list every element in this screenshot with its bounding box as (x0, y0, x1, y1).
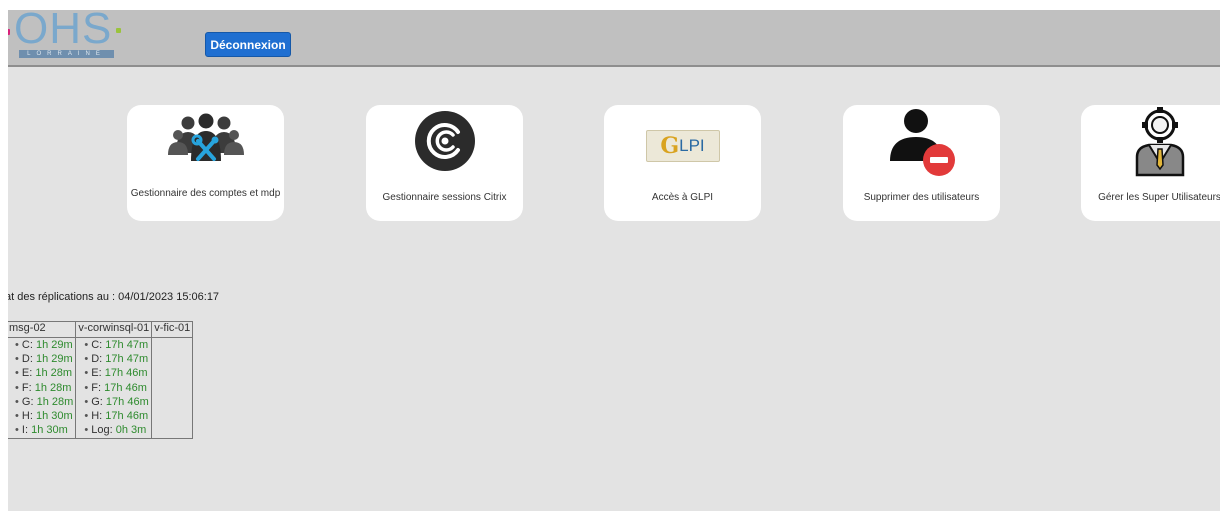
page: OHS LORRAINE Déconnexion Gestionnaire de… (8, 10, 1220, 511)
tile-super-users[interactable]: Gérer les Super Utilisateurs (1081, 105, 1220, 221)
list-item: • G: 1h 28m (15, 395, 74, 408)
table-header: v-corwinsql-01 (75, 321, 153, 338)
list-item: • G: 17h 46m (84, 395, 149, 408)
replication-column: • C: 17h 47m • D: 17h 47m • E: 17h 46m •… (75, 336, 153, 440)
user-remove-icon (843, 109, 1000, 176)
list-item: • F: 17h 46m (84, 381, 147, 394)
list-item: • H: 1h 30m (15, 409, 73, 422)
super-user-icon (1081, 107, 1220, 177)
list-item: • E: 1h 28m (15, 367, 73, 380)
replication-column-empty (151, 336, 194, 440)
table-header: v-fic-01 (151, 321, 194, 338)
tile-remove-users[interactable]: Supprimer des utilisateurs (843, 105, 1000, 221)
list-item: • F: 1h 28m (15, 381, 72, 394)
replication-table: msg-02 v-corwinsql-01 v-fic-01 • C: 1h 2… (8, 321, 194, 440)
list-item: • H: 17h 46m (84, 409, 149, 422)
tile-citrix-sessions[interactable]: Gestionnaire sessions Citrix (366, 105, 523, 221)
tile-label: Gérer les Super Utilisateurs (1098, 192, 1220, 203)
logo-text: OHS (14, 10, 113, 53)
glpi-logo-text: LPI (679, 136, 705, 155)
tile-account-manager[interactable]: Gestionnaire des comptes et mdp (127, 105, 284, 221)
logo-dot-magenta (8, 29, 10, 35)
tile-label: Gestionnaire sessions Citrix (382, 192, 507, 203)
header: OHS LORRAINE Déconnexion (8, 10, 1220, 67)
users-tools-icon (127, 110, 284, 172)
citrix-icon (366, 110, 523, 172)
list-item: • C: 1h 29m (15, 339, 73, 351)
logout-button[interactable]: Déconnexion (205, 32, 291, 57)
list-item: • Log: 0h 3m (84, 424, 147, 437)
replication-column: • C: 1h 29m • D: 1h 29m • E: 1h 28m • F:… (8, 336, 77, 440)
tile-glpi[interactable]: G LPI Accès à GLPI (604, 105, 761, 221)
replication-status-title: at des réplications au : 04/01/2023 15:0… (8, 291, 220, 303)
logo-dot-green (116, 28, 121, 33)
glpi-icon: G LPI (604, 110, 761, 172)
tile-label: Gestionnaire des comptes et mdp (130, 188, 281, 199)
table-header: msg-02 (8, 321, 77, 338)
tile-label: Accès à GLPI (651, 192, 714, 203)
list-item: • I: 1h 30m (15, 424, 68, 437)
list-item: • D: 17h 47m (84, 353, 149, 366)
list-item: • C: 17h 47m (84, 339, 149, 351)
logo-subtitle: LORRAINE (19, 50, 114, 58)
list-item: • E: 17h 46m (84, 367, 148, 380)
tile-label: Supprimer des utilisateurs (863, 192, 980, 203)
list-item: • D: 1h 29m (15, 353, 73, 366)
ohs-logo[interactable]: OHS LORRAINE (8, 10, 134, 62)
